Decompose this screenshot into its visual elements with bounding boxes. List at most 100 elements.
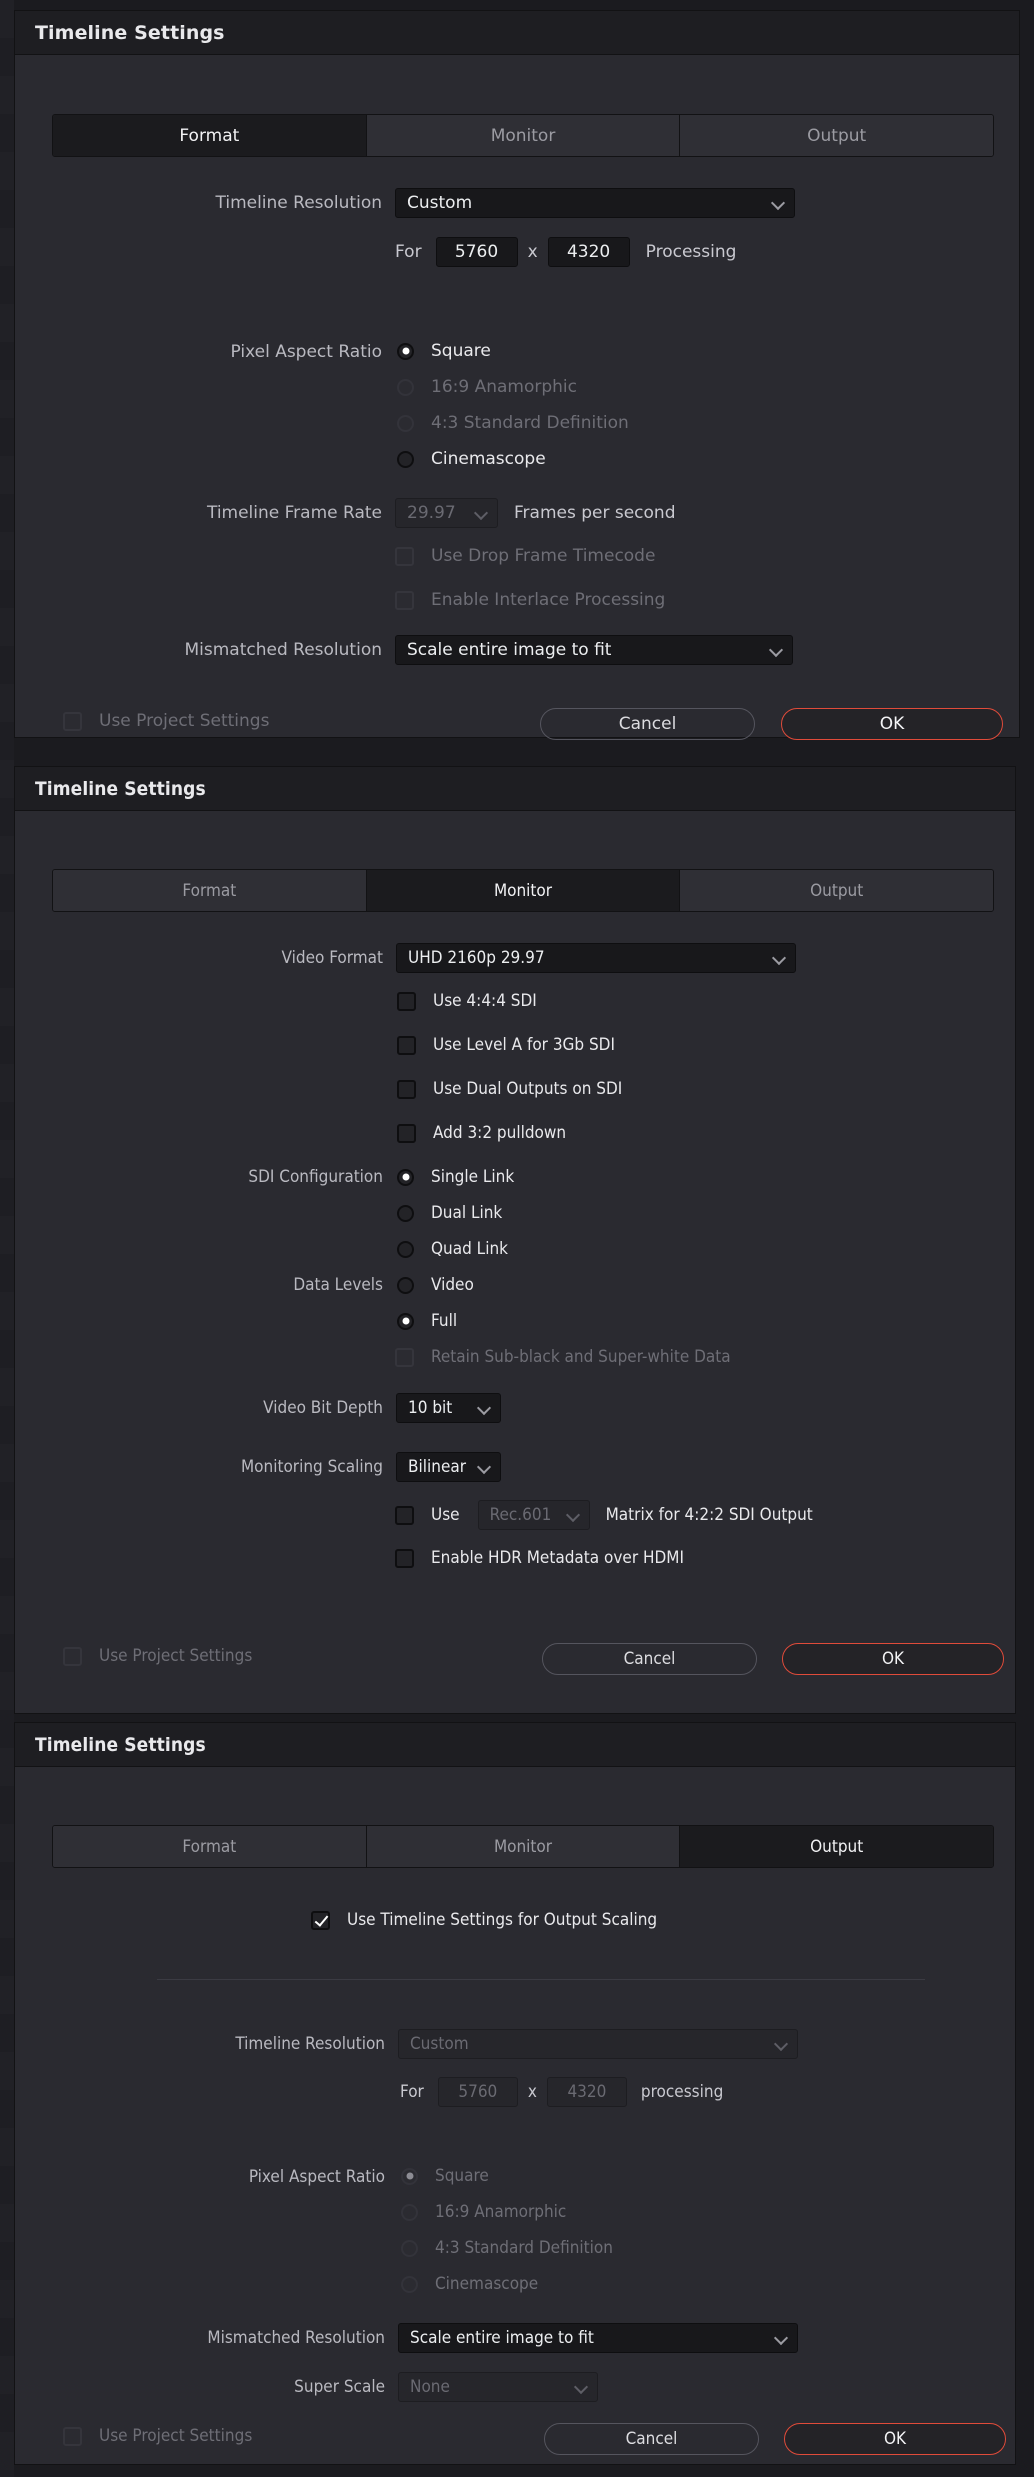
radio-quad-link[interactable]: Quad Link <box>397 1239 508 1259</box>
timeline-resolution-value: Custom <box>407 193 473 213</box>
radio-dual-link[interactable]: Dual Link <box>397 1203 502 1223</box>
checkbox-use-project-settings[interactable]: Use Project Settings <box>63 2426 252 2446</box>
radio-full-icon[interactable] <box>397 1312 414 1330</box>
tab-output[interactable]: Output <box>680 115 993 156</box>
monitoring-scaling-select[interactable]: Bilinear <box>396 1452 501 1482</box>
super-scale-select[interactable]: None <box>398 2372 598 2402</box>
timeline-resolution-select[interactable]: Custom <box>398 2029 798 2059</box>
row-timeline-frame-rate: Timeline Frame Rate 29.97 Frames per sec… <box>15 498 676 528</box>
checkbox-icon[interactable] <box>395 1505 414 1525</box>
chevron-down-icon <box>475 506 489 520</box>
radio-169-anamorphic[interactable]: 16:9 Anamorphic <box>401 2202 566 2222</box>
monitoring-scaling-value: Bilinear <box>408 1457 467 1477</box>
checkbox-icon[interactable] <box>395 1548 414 1568</box>
radio-cinemascope[interactable]: Cinemascope <box>401 2274 538 2294</box>
chevron-down-icon <box>478 1401 492 1415</box>
height-input[interactable]: 4320 <box>546 2077 627 2107</box>
checkbox-enable-interlace-processing[interactable]: Enable Interlace Processing <box>395 590 665 610</box>
checkbox-icon[interactable] <box>395 546 414 566</box>
radio-quad-link-icon[interactable] <box>397 1240 414 1258</box>
radio-video-icon[interactable] <box>397 1276 414 1294</box>
dialog-titlebar: Timeline Settings <box>15 1723 1015 1767</box>
tab-output[interactable]: Output <box>680 1826 993 1867</box>
checkbox-use-project-settings[interactable]: Use Project Settings <box>63 1646 252 1666</box>
ok-button[interactable]: OK <box>782 1643 1004 1675</box>
checkbox-retain-subblack-superwhite[interactable]: Retain Sub-black and Super-white Data <box>395 1347 731 1367</box>
checkbox-icon[interactable] <box>311 1910 330 1930</box>
cancel-button[interactable]: Cancel <box>540 708 755 740</box>
radio-169-anamorphic-icon[interactable] <box>401 2203 418 2221</box>
row-timeline-resolution: Timeline Resolution Custom <box>15 188 795 218</box>
cancel-button[interactable]: Cancel <box>544 2423 759 2455</box>
width-input[interactable]: 5760 <box>437 2077 518 2107</box>
radio-square[interactable]: Square <box>401 2166 489 2186</box>
video-bit-depth-select[interactable]: 10 bit <box>396 1393 501 1423</box>
matrix-select[interactable]: Rec.601 <box>477 1500 590 1530</box>
radio-data-levels-full[interactable]: Full <box>397 1311 457 1331</box>
timeline-resolution-select[interactable]: Custom <box>395 188 795 218</box>
checkbox-icon[interactable] <box>397 1079 416 1099</box>
radio-43-standard-definition[interactable]: 4:3 Standard Definition <box>401 2238 613 2258</box>
radio-cinemascope[interactable]: Cinemascope <box>397 449 546 469</box>
radio-cinemascope-icon[interactable] <box>397 450 414 468</box>
dialog-titlebar: Timeline Settings <box>15 767 1015 811</box>
tab-format[interactable]: Format <box>53 870 367 911</box>
radio-single-link-icon[interactable] <box>397 1168 414 1186</box>
checkbox-use-timeline-settings-output-scaling[interactable]: Use Timeline Settings for Output Scaling <box>311 1910 657 1930</box>
radio-square-icon[interactable] <box>397 342 414 360</box>
tab-output[interactable]: Output <box>680 870 993 911</box>
section-divider <box>157 1979 925 1980</box>
radio-43-standard-definition-icon[interactable] <box>401 2239 418 2257</box>
radio-cinemascope-icon[interactable] <box>401 2275 418 2293</box>
radio-169-anamorphic-icon[interactable] <box>397 378 414 396</box>
video-format-value: UHD 2160p 29.97 <box>408 948 545 968</box>
radio-43-standard-definition-icon[interactable] <box>397 414 414 432</box>
use-project-settings-label: Use Project Settings <box>99 1646 253 1666</box>
checkbox-use-dual-outputs-sdi[interactable]: Use Dual Outputs on SDI <box>397 1079 622 1099</box>
mismatched-resolution-select[interactable]: Scale entire image to fit <box>395 635 793 665</box>
row-video-bit-depth: Video Bit Depth 10 bit <box>15 1393 501 1423</box>
checkbox-icon[interactable] <box>63 711 82 731</box>
radio-square-icon[interactable] <box>401 2167 418 2185</box>
radio-169-anamorphic[interactable]: 16:9 Anamorphic <box>397 377 577 397</box>
radio-dual-link-icon[interactable] <box>397 1204 414 1222</box>
radio-square[interactable]: Square <box>397 341 491 361</box>
checkbox-icon[interactable] <box>397 1123 416 1143</box>
tab-monitor[interactable]: Monitor <box>366 1826 681 1867</box>
tab-format[interactable]: Format <box>53 115 367 156</box>
cancel-button[interactable]: Cancel <box>542 1643 757 1675</box>
radio-data-levels-video[interactable]: Video <box>397 1275 474 1295</box>
checkbox-icon[interactable] <box>395 1347 414 1367</box>
tab-bar: Format Monitor Output <box>52 114 994 157</box>
radio-single-link[interactable]: Single Link <box>397 1167 514 1187</box>
checkbox-icon[interactable] <box>63 1646 82 1666</box>
pixel-aspect-ratio-label: Pixel Aspect Ratio <box>230 342 382 362</box>
timeline-resolution-label: Timeline Resolution <box>215 193 382 213</box>
ok-button[interactable]: OK <box>784 2423 1006 2455</box>
video-format-select[interactable]: UHD 2160p 29.97 <box>396 943 796 973</box>
checkbox-use-444-sdi[interactable]: Use 4:4:4 SDI <box>397 991 537 1011</box>
checkbox-use-drop-frame-timecode[interactable]: Use Drop Frame Timecode <box>395 546 655 566</box>
timeline-frame-rate-select[interactable]: 29.97 <box>395 498 498 528</box>
ok-button[interactable]: OK <box>781 708 1003 740</box>
checkbox-icon[interactable] <box>397 1035 416 1055</box>
tab-monitor[interactable]: Monitor <box>366 115 681 156</box>
processing-label: Processing <box>645 242 737 262</box>
checkbox-use-level-a-3gb-sdi[interactable]: Use Level A for 3Gb SDI <box>397 1035 615 1055</box>
super-scale-label: Super Scale <box>294 2377 385 2397</box>
radio-43-standard-definition[interactable]: 4:3 Standard Definition <box>397 413 629 433</box>
checkbox-icon[interactable] <box>63 2426 82 2446</box>
checkbox-use-project-settings[interactable]: Use Project Settings <box>63 711 269 731</box>
timeline-settings-dialog-monitor: Timeline Settings Format Monitor Output … <box>14 766 1016 1714</box>
checkbox-add-32-pulldown[interactable]: Add 3:2 pulldown <box>397 1123 566 1143</box>
checkbox-enable-hdr-metadata-hdmi[interactable]: Enable HDR Metadata over HDMI <box>395 1548 684 1568</box>
use-444-sdi-label: Use 4:4:4 SDI <box>433 991 537 1011</box>
width-input[interactable]: 5760 <box>435 237 518 267</box>
tab-format[interactable]: Format <box>53 1826 367 1867</box>
mismatched-resolution-select[interactable]: Scale entire image to fit <box>398 2323 798 2353</box>
height-input[interactable]: 4320 <box>547 237 630 267</box>
checkbox-icon[interactable] <box>397 991 416 1011</box>
monitoring-scaling-label: Monitoring Scaling <box>240 1457 383 1477</box>
tab-monitor[interactable]: Monitor <box>366 870 681 911</box>
checkbox-icon[interactable] <box>395 590 414 610</box>
